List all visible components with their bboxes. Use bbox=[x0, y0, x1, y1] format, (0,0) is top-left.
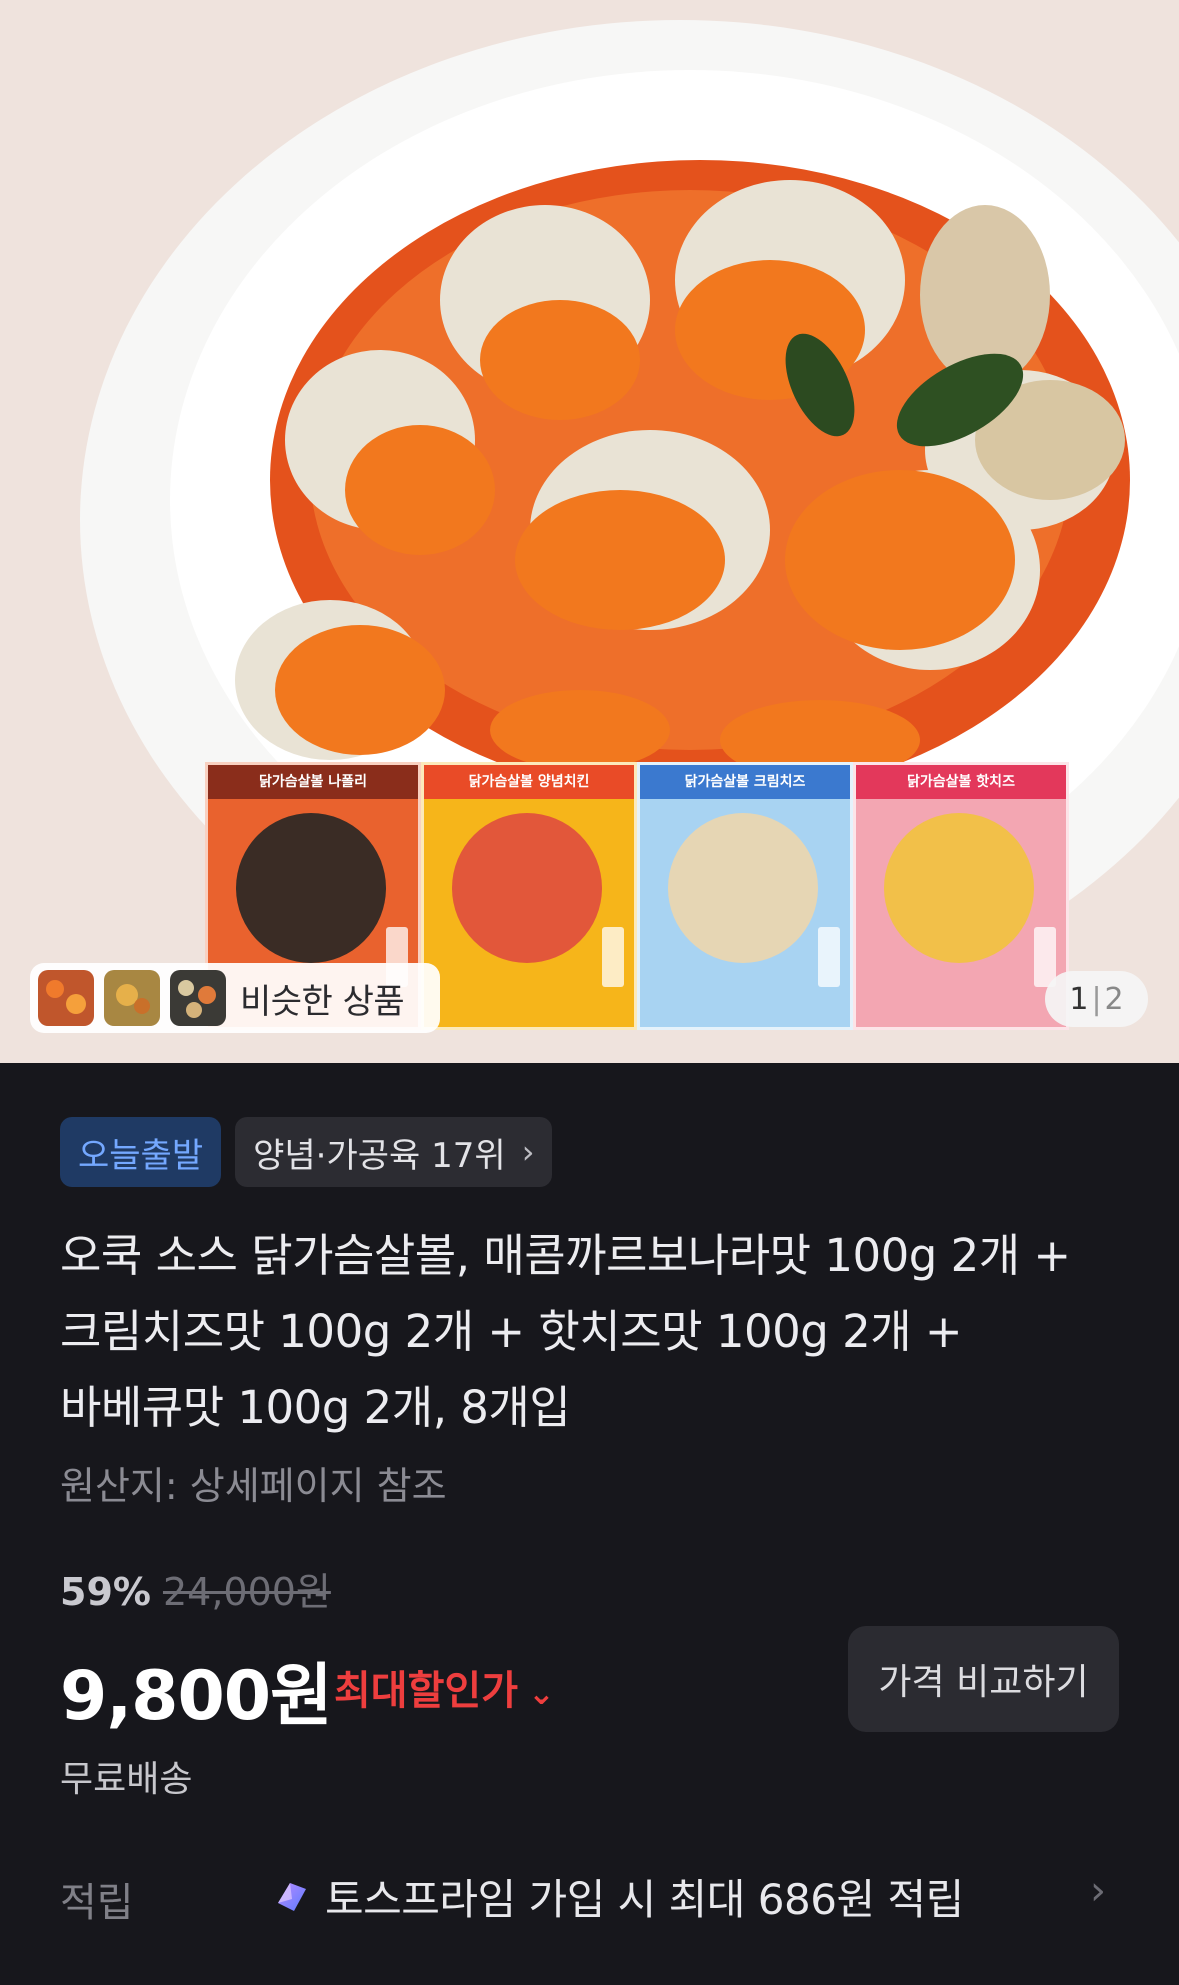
pager-total: 2 bbox=[1104, 981, 1124, 1017]
chevron-down-icon: ⌄ bbox=[528, 1674, 555, 1712]
compare-price-button[interactable]: 가격 비교하기 bbox=[848, 1626, 1119, 1732]
package-label: 닭가슴살볼 핫치즈 bbox=[856, 765, 1066, 799]
chevron-right-icon[interactable]: › bbox=[1090, 1868, 1106, 1914]
similar-thumb-1 bbox=[38, 970, 94, 1026]
origin-info: 원산지: 상세페이지 참조 bbox=[60, 1464, 447, 1508]
similar-products-button[interactable]: 비슷한 상품 bbox=[30, 963, 440, 1033]
sale-price: 9,800원 bbox=[60, 1657, 333, 1736]
toss-prime-icon bbox=[278, 1883, 306, 1911]
category-rank-label: 양념·가공육 17위 bbox=[253, 1135, 506, 1176]
product-image-carousel[interactable]: 닭가슴살볼 나폴리 닭가슴살볼 양념치킨 닭가슴살볼 크림치즈 닭가슴살볼 핫치… bbox=[0, 0, 1179, 1063]
product-title-line-1: 오쿡 소스 닭가슴살볼, 매콤까르보나라맛 100g 2개 + bbox=[60, 1229, 1071, 1282]
package-4: 닭가슴살볼 핫치즈 bbox=[853, 762, 1069, 1030]
shipping-info: 무료배송 bbox=[60, 1759, 193, 1800]
package-3: 닭가슴살볼 크림치즈 bbox=[637, 762, 853, 1030]
package-label: 닭가슴살볼 크림치즈 bbox=[640, 765, 850, 799]
max-discount-toggle[interactable]: 최대할인가 ⌄ bbox=[334, 1658, 555, 1716]
discount-row: 59% 24,000원 bbox=[60, 1561, 331, 1616]
package-label: 닭가슴살볼 양념치킨 bbox=[424, 765, 634, 799]
similar-products-label: 비슷한 상품 bbox=[240, 981, 405, 1022]
chevron-right-icon: › bbox=[521, 1133, 535, 1171]
original-price: 24,000원 bbox=[162, 1570, 331, 1614]
product-title: 오쿡 소스 닭가슴살볼, 매콤까르보나라맛 100g 2개 + 크림치즈맛 10… bbox=[60, 1218, 1130, 1446]
category-rank-badge[interactable]: 양념·가공육 17위 › bbox=[235, 1117, 553, 1187]
product-title-line-2: 크림치즈맛 100g 2개 + 핫치즈맛 100g 2개 + bbox=[60, 1305, 963, 1358]
pager-separator: | bbox=[1091, 981, 1102, 1017]
similar-thumb-3 bbox=[170, 970, 226, 1026]
image-pager: 1 | 2 bbox=[1045, 971, 1148, 1027]
package-2: 닭가슴살볼 양념치킨 bbox=[421, 762, 637, 1030]
max-discount-label: 최대할인가 bbox=[334, 1668, 518, 1714]
badge-row: 오늘출발 양념·가공육 17위 › bbox=[60, 1117, 566, 1187]
reward-text[interactable]: 토스프라임 가입 시 최대 686원 적립 bbox=[325, 1866, 964, 1927]
package-label: 닭가슴살볼 나폴리 bbox=[208, 765, 418, 799]
reward-label: 적립 bbox=[60, 1880, 134, 1926]
discount-rate: 59% bbox=[60, 1570, 151, 1614]
today-shipping-badge: 오늘출발 bbox=[60, 1117, 222, 1187]
pager-current: 1 bbox=[1069, 981, 1089, 1017]
similar-thumb-2 bbox=[104, 970, 160, 1026]
product-title-line-3: 바베큐맛 100g 2개, 8개입 bbox=[60, 1381, 571, 1434]
